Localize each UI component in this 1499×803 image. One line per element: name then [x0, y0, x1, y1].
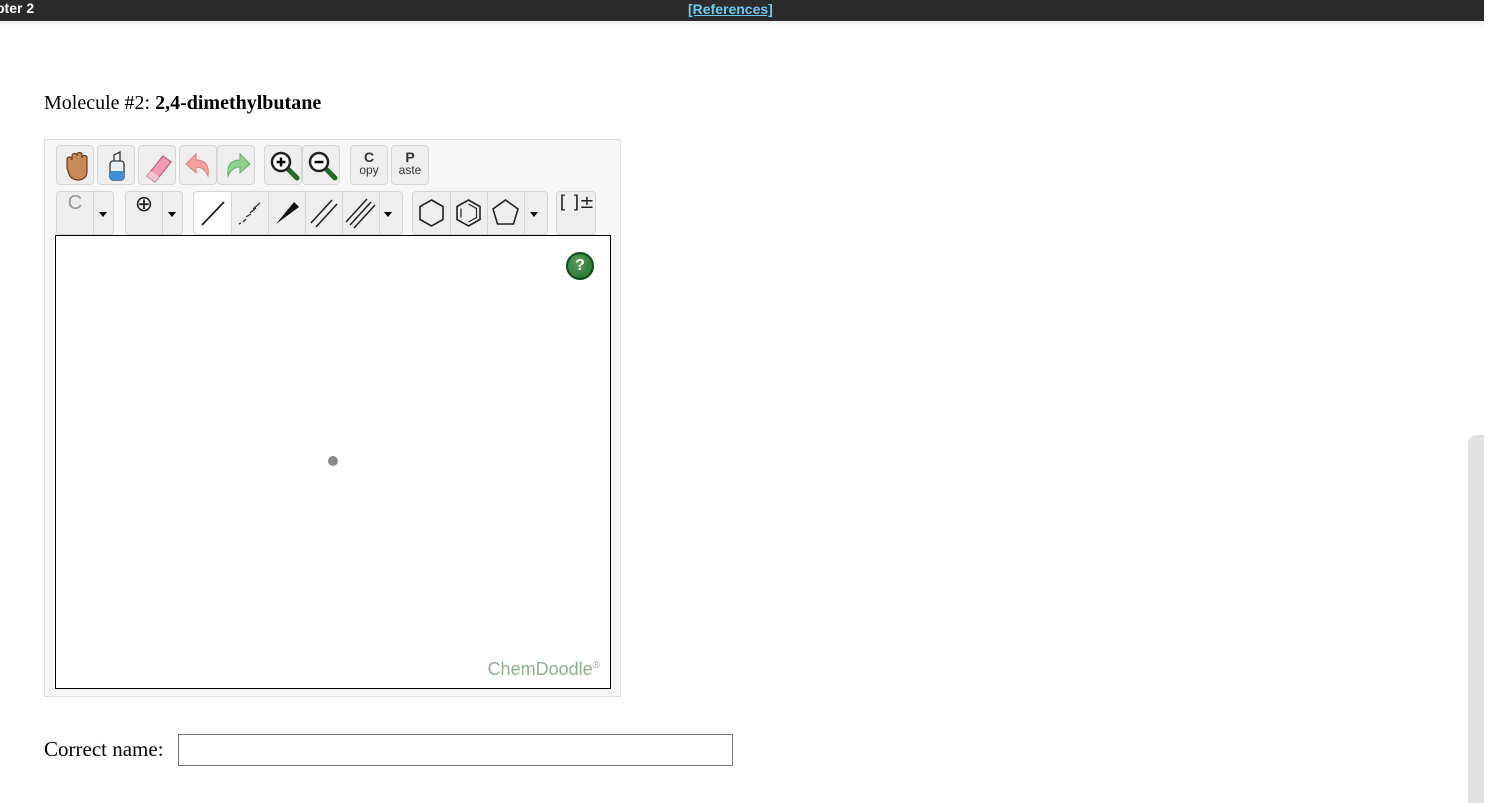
- paste-letter: P: [405, 149, 415, 165]
- ring-group: [412, 191, 548, 235]
- bracket-charge-label: [ ]±: [559, 192, 595, 213]
- cyclohexane-button[interactable]: [413, 192, 451, 234]
- canvas-center-dot: [328, 456, 338, 466]
- undo-icon: [185, 152, 209, 178]
- cyclopentane-button[interactable]: [487, 192, 525, 234]
- benzene-ring-icon: [456, 199, 481, 227]
- zoom-in-icon: [270, 151, 300, 181]
- clear-canvas-icon: [109, 150, 125, 181]
- charge-group: ⊕: [125, 191, 183, 235]
- charge-button[interactable]: ⊕: [126, 192, 163, 234]
- references-link[interactable]: [References]: [688, 1, 773, 20]
- hexagon-ring-icon: [419, 199, 444, 227]
- top-bar: pter 2 [References]: [0, 0, 1484, 21]
- single-bond-icon: [201, 201, 225, 226]
- eraser-icon: [146, 155, 172, 183]
- zoom-out-button[interactable]: [302, 145, 340, 185]
- scrollbar-track[interactable]: [1484, 0, 1499, 803]
- dashed-bond-icon: [238, 202, 261, 225]
- triple-bond-button[interactable]: [342, 192, 380, 234]
- molecule-name: 2,4-dimethylbutane: [155, 92, 322, 114]
- chapter-label: pter 2: [0, 0, 35, 16]
- question-prompt: Molecule #2: 2,4-dimethylbutane: [44, 92, 321, 115]
- correct-name-label: Correct name:: [44, 737, 164, 761]
- drawing-canvas[interactable]: ? ChemDoodle®: [55, 235, 611, 689]
- triple-bond-icon: [345, 198, 376, 229]
- copy-letter: C: [363, 149, 375, 165]
- bracket-button[interactable]: [ ]±: [556, 191, 596, 235]
- copy-button[interactable]: C opy: [350, 145, 388, 185]
- chemdoodle-editor: C opy P aste C ⊕ []± ? ChemDoodle®: [44, 139, 621, 697]
- single-bond-button[interactable]: [194, 192, 232, 234]
- paste-rest: aste: [398, 163, 422, 177]
- wedge-bond-button[interactable]: [268, 192, 306, 234]
- eraser-button[interactable]: [138, 145, 176, 185]
- brand-mark: ®: [592, 660, 600, 671]
- help-button[interactable]: ?: [566, 252, 594, 280]
- hand-pan-icon: [66, 151, 88, 181]
- brand-text: ChemDoodle: [487, 659, 593, 679]
- atom-label-group: C: [56, 191, 114, 235]
- zoom-in-button[interactable]: [264, 145, 302, 185]
- zoom-out-icon: [308, 151, 338, 181]
- pan-button[interactable]: [56, 145, 94, 185]
- benzene-button[interactable]: [450, 192, 488, 234]
- dashed-bond-button[interactable]: [231, 192, 269, 234]
- double-bond-icon: [310, 199, 338, 228]
- double-bond-button[interactable]: [305, 192, 343, 234]
- scrollbar-thumb[interactable]: [1468, 435, 1484, 803]
- copy-rest: opy: [359, 163, 379, 177]
- top-bar-shadow: [0, 21, 1484, 27]
- redo-button[interactable]: [217, 145, 255, 185]
- wedge-bond-icon: [276, 202, 299, 224]
- correct-name-input[interactable]: [178, 734, 733, 766]
- undo-button[interactable]: [179, 145, 217, 185]
- redo-icon: [227, 152, 251, 178]
- question-prefix: Molecule #2:: [44, 92, 156, 114]
- bond-group: [193, 191, 403, 235]
- atom-carbon-button[interactable]: C: [57, 192, 94, 234]
- clear-button[interactable]: [97, 145, 135, 185]
- pentagon-ring-icon: [492, 199, 519, 225]
- paste-button[interactable]: P aste: [391, 145, 429, 185]
- chemdoodle-brand: ChemDoodle®: [488, 659, 600, 680]
